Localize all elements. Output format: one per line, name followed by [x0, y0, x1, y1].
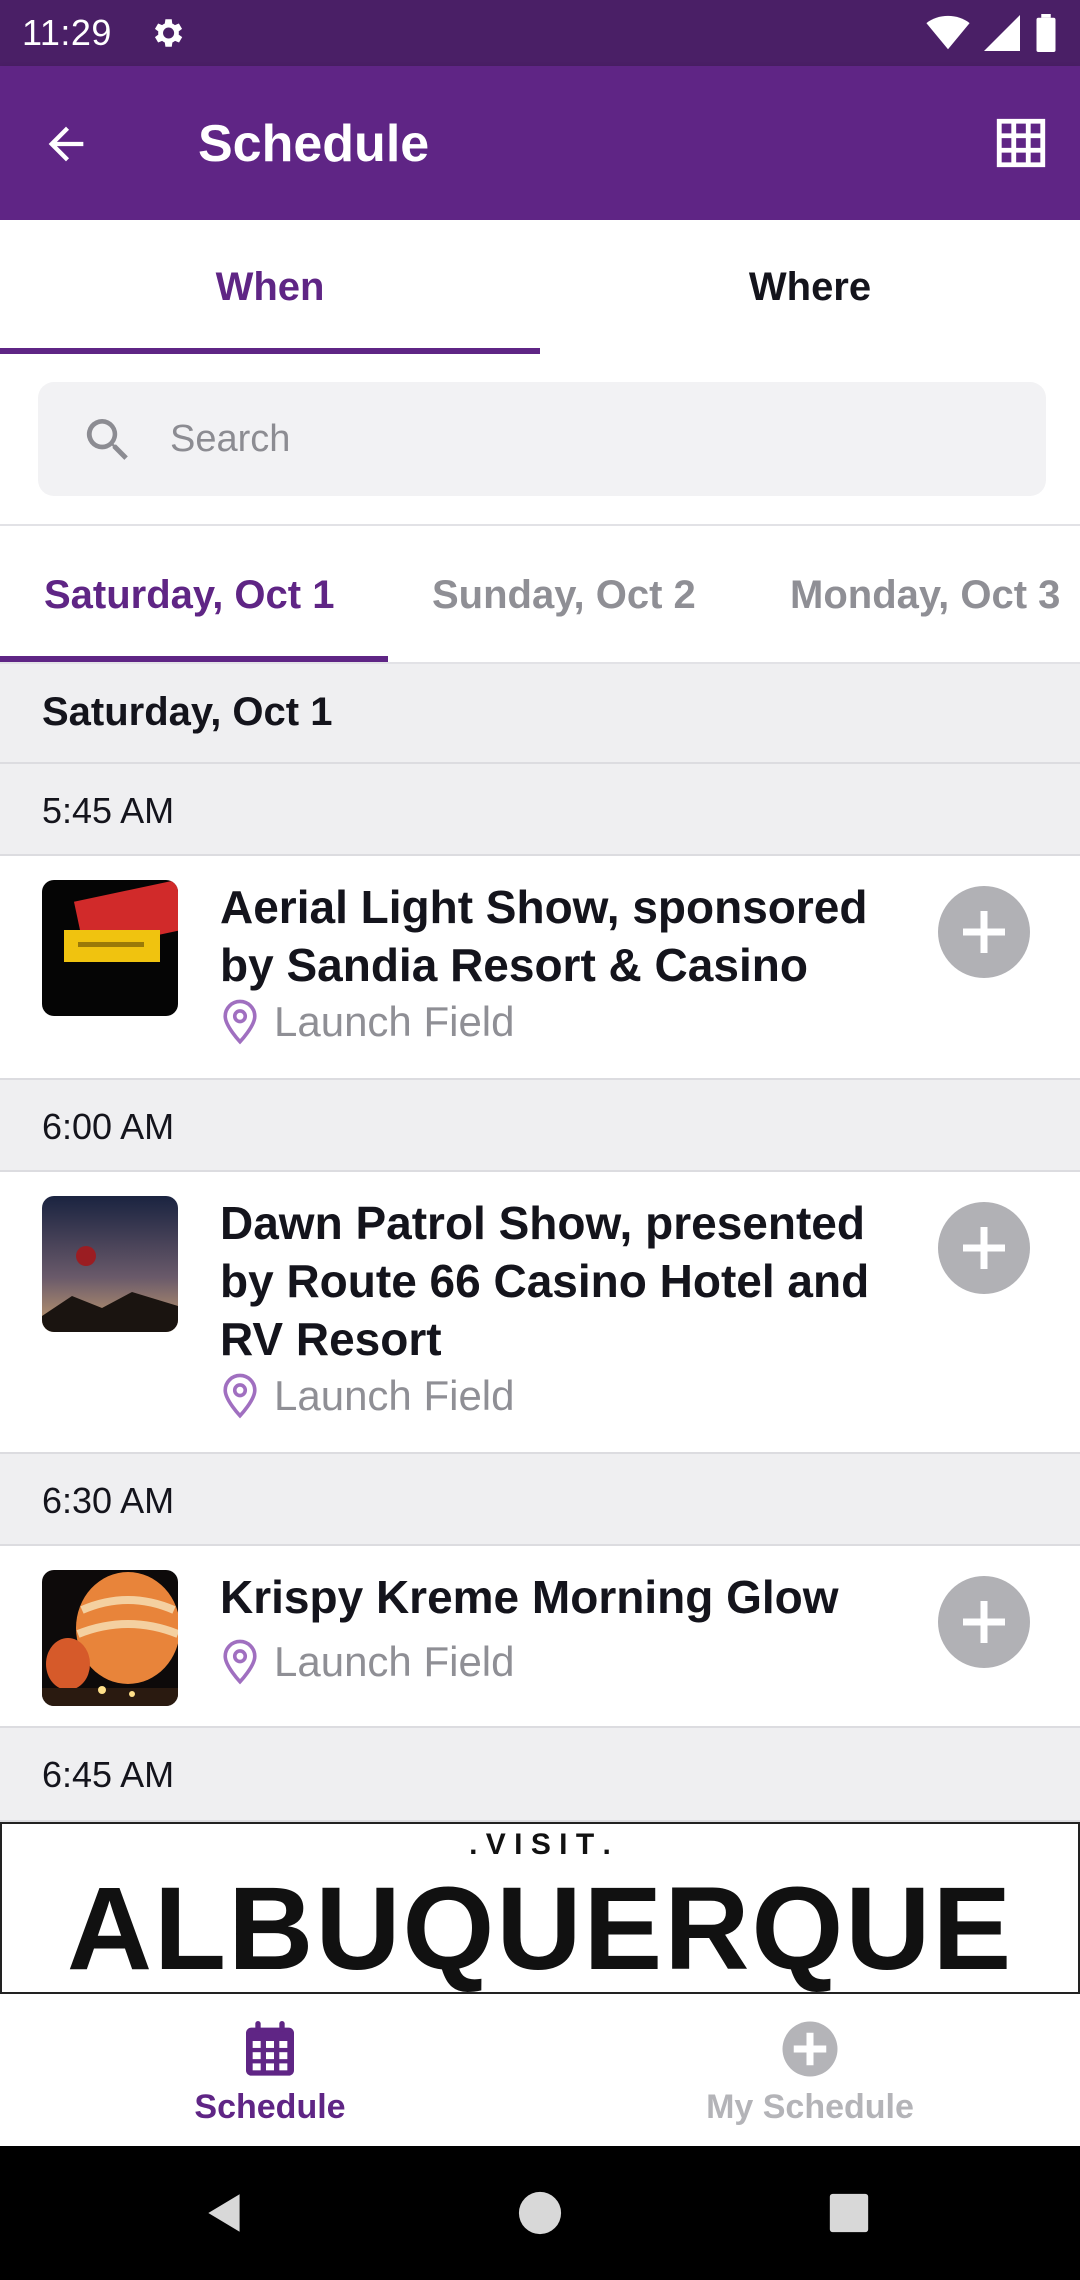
event-image [42, 880, 178, 1016]
status-icons [926, 14, 1058, 52]
back-button[interactable] [30, 108, 102, 180]
event-title: Dawn Patrol Show, presented by Route 66 … [220, 1197, 870, 1365]
day-tabs: Saturday, Oct 1 Sunday, Oct 2 Monday, Oc… [0, 526, 1080, 664]
event-row[interactable]: Krispy Kreme Morning Glow Launch Field [0, 1546, 1080, 1728]
event-title: Krispy Kreme Morning Glow [220, 1571, 839, 1623]
plus-icon [963, 1601, 1005, 1643]
banner-visit-text: . V I S I T . [469, 1828, 611, 1861]
add-to-schedule-button[interactable] [938, 886, 1030, 978]
day-tab-indicator [0, 656, 388, 662]
location-pin-icon [223, 999, 257, 1045]
time-label: 6:45 AM [42, 1754, 175, 1795]
time-label: 6:30 AM [42, 1480, 175, 1521]
event-location-label: Launch Field [274, 1372, 515, 1419]
time-label: 5:45 AM [42, 790, 175, 831]
add-to-schedule-button[interactable] [938, 1576, 1030, 1668]
top-tabs: When Where [0, 220, 1080, 354]
bottom-navigation: Schedule My Schedule [0, 1994, 1080, 2146]
tab-when[interactable]: When [0, 220, 540, 354]
search-bar[interactable] [38, 382, 1046, 496]
search-input[interactable] [170, 382, 1010, 496]
nav-my-schedule[interactable]: My Schedule [540, 1994, 1080, 2146]
event-location-label: Launch Field [274, 998, 515, 1045]
time-label: 6:00 AM [42, 1106, 175, 1147]
day-section-title: Saturday, Oct 1 [42, 690, 333, 734]
event-thumbnail [42, 1570, 178, 1706]
event-location: Launch Field [220, 1638, 515, 1686]
banner-city-text: ALBUQUERQUE [66, 1863, 1014, 1994]
status-bar: 11:29 [0, 0, 1080, 66]
location-pin-icon [223, 1373, 257, 1419]
day-section-header: Saturday, Oct 1 [0, 664, 1080, 764]
system-home-button[interactable] [507, 2180, 573, 2246]
search-section [0, 354, 1080, 526]
event-thumbnail [42, 880, 178, 1016]
plus-icon [963, 1227, 1005, 1269]
tab-day-monday[interactable]: Monday, Oct 3 [790, 526, 1060, 662]
advertisement-banner[interactable]: . V I S I T . ALBUQUERQUE [0, 1822, 1080, 1994]
time-header: 6:00 AM [0, 1080, 1080, 1172]
time-header: 6:45 AM [0, 1728, 1080, 1822]
time-header: 5:45 AM [0, 764, 1080, 856]
event-location: Launch Field [220, 1372, 515, 1420]
time-header: 6:30 AM [0, 1454, 1080, 1546]
event-row[interactable]: Dawn Patrol Show, presented by Route 66 … [0, 1172, 1080, 1454]
triangle-back-icon [208, 2194, 240, 2232]
status-time: 11:29 [22, 12, 112, 53]
calendar-icon [237, 2016, 303, 2082]
event-image [42, 1570, 178, 1706]
event-location-label: Launch Field [274, 1638, 515, 1685]
add-circle-icon [777, 2016, 843, 2082]
add-to-schedule-button[interactable] [938, 1202, 1030, 1294]
nav-my-schedule-label: My Schedule [706, 2088, 914, 2126]
search-icon [86, 419, 128, 460]
event-location: Launch Field [220, 998, 515, 1046]
tab-day-saturday[interactable]: Saturday, Oct 1 [44, 526, 334, 662]
event-thumbnail [42, 1196, 178, 1332]
system-recents-button[interactable] [816, 2180, 882, 2246]
square-recents-icon [829, 2193, 869, 2233]
wifi-icon [926, 15, 970, 50]
nav-schedule-label: Schedule [194, 2088, 346, 2126]
nav-schedule[interactable]: Schedule [0, 1994, 540, 2146]
grid-icon [996, 118, 1046, 168]
arrow-back-icon [48, 126, 84, 162]
location-pin-icon [223, 1639, 257, 1685]
battery-icon [1036, 14, 1056, 52]
plus-icon [963, 911, 1005, 953]
signal-icon [984, 15, 1020, 51]
system-back-button[interactable] [192, 2180, 258, 2246]
settings-gear-icon [154, 19, 183, 47]
app-bar: Schedule [0, 66, 1080, 220]
tab-where[interactable]: Where [540, 220, 1080, 354]
page-title: Schedule [198, 115, 430, 173]
circle-home-icon [518, 2191, 562, 2235]
system-navigation-bar [0, 2146, 1080, 2280]
event-title: Aerial Light Show, sponsored by Sandia R… [220, 881, 868, 991]
event-row[interactable]: Aerial Light Show, sponsored by Sandia R… [0, 856, 1080, 1080]
grid-view-button[interactable] [982, 104, 1060, 182]
event-image [42, 1196, 178, 1332]
tab-day-sunday[interactable]: Sunday, Oct 2 [432, 526, 696, 662]
